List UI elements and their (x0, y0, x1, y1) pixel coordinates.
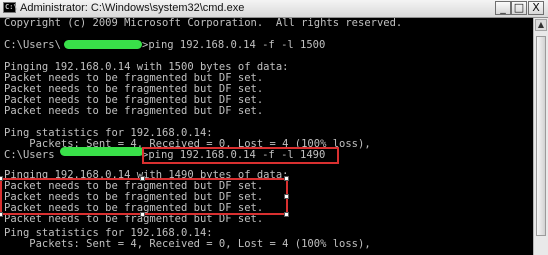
scroll-thumb[interactable] (536, 36, 546, 236)
console-line: Copyright (c) 2009 Microsoft Corporation… (4, 18, 403, 29)
vertical-scrollbar[interactable]: ▲ (533, 18, 548, 255)
resize-handle[interactable] (0, 212, 3, 217)
console-line: Packet needs to be fragmented but DF set… (4, 213, 264, 225)
output-highlight-box (0, 178, 288, 215)
resize-handle[interactable] (284, 212, 289, 217)
console-line: C:\Users (4, 149, 55, 161)
minimize-button[interactable]: _ (495, 1, 511, 15)
command-highlight-box (142, 147, 339, 164)
resize-handle[interactable] (284, 194, 289, 199)
console-output[interactable]: Copyright (c) 2009 Microsoft Corporation… (0, 18, 533, 255)
window-titlebar[interactable]: C:\ Administrator: C:\Windows\system32\c… (0, 0, 548, 18)
username-redaction (64, 40, 142, 49)
close-button[interactable]: X (528, 1, 544, 15)
resize-handle[interactable] (284, 176, 289, 181)
resize-handle[interactable] (140, 176, 145, 181)
console-line: Packets: Sent = 4, Received = 0, Lost = … (4, 238, 371, 250)
console-line: Packet needs to be fragmented but DF set… (4, 105, 264, 117)
maximize-button[interactable]: □ (511, 1, 527, 15)
username-redaction (60, 147, 144, 156)
console-command: >ping 192.168.0.14 -f -l 1500 (142, 39, 326, 51)
console-icon: C:\ (3, 2, 18, 13)
window-title: Administrator: C:\Windows\system32\cmd.e… (20, 2, 245, 14)
cmd-window: C:\ Administrator: C:\Windows\system32\c… (0, 0, 548, 255)
resize-handle[interactable] (140, 212, 145, 217)
resize-handle[interactable] (0, 176, 3, 181)
console-line: C:\Users\ (4, 39, 61, 51)
scroll-up-button[interactable]: ▲ (535, 19, 547, 31)
